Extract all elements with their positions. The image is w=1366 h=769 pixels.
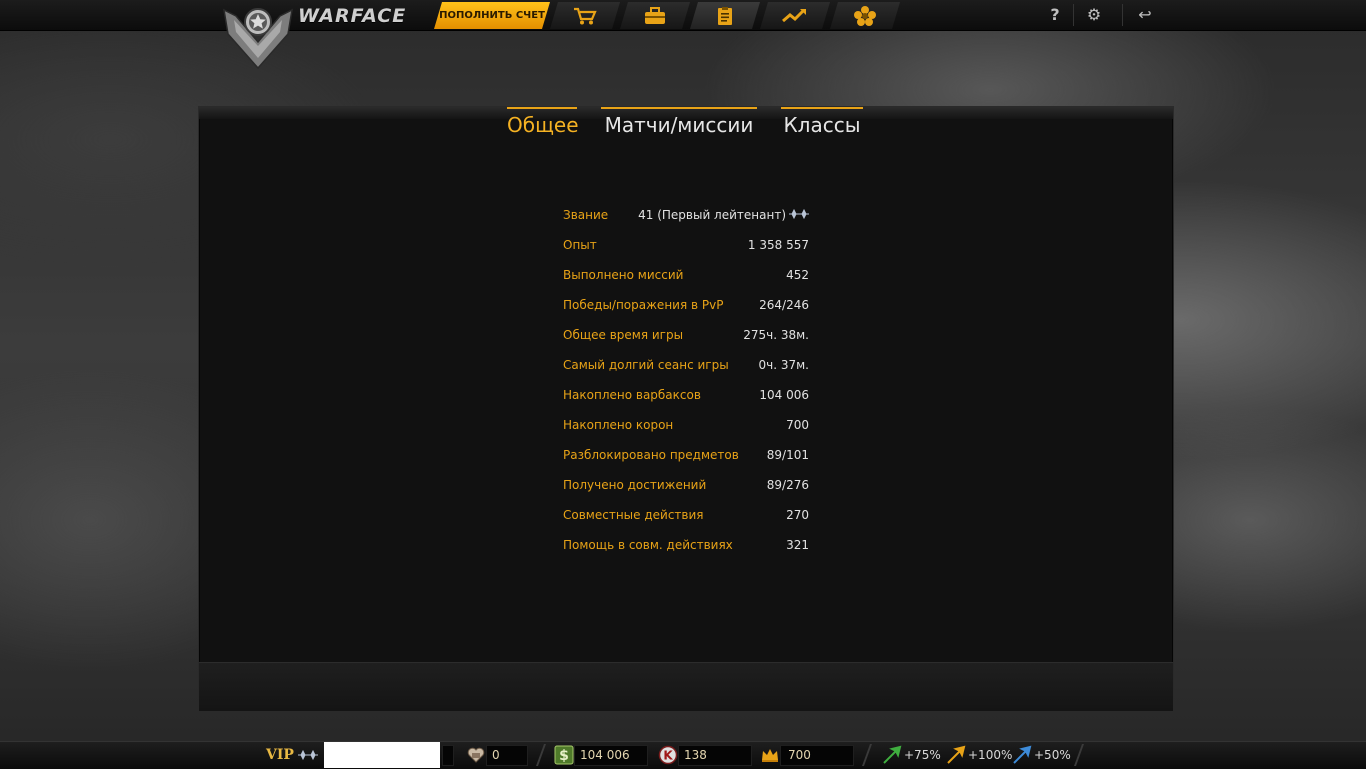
stat-label: Разблокировано предметов xyxy=(563,448,739,462)
bottom-separator xyxy=(861,744,873,766)
stat-label: Накоплено корон xyxy=(563,418,674,432)
stat-row: Совместные действия 270 xyxy=(563,508,809,538)
warbucks-dollar-icon: $ xyxy=(554,745,574,765)
stats-list: Звание 41 (Первый лейтенант) Опыт 1 358 … xyxy=(563,208,809,568)
xp-boost-arrow-icon xyxy=(883,745,902,764)
gift-value: 0 xyxy=(492,748,500,762)
stat-value: 1 358 557 xyxy=(747,238,809,252)
stat-row: Накоплено варбаксов 104 006 xyxy=(563,388,809,418)
stat-value: 89/101 xyxy=(766,448,809,462)
achievements-flower-icon xyxy=(853,5,877,27)
stat-label: Опыт xyxy=(563,238,597,252)
stat-value: 0ч. 37м. xyxy=(758,358,810,372)
kredits-k-icon: K xyxy=(658,745,678,765)
nav-ratings-button[interactable] xyxy=(760,2,830,29)
stat-row: Самый долгий сеанс игры 0ч. 37м. xyxy=(563,358,809,388)
rank-insignia-icon xyxy=(298,750,318,761)
help-icon[interactable]: ? xyxy=(1043,4,1067,26)
money-boost-arrow-icon xyxy=(947,745,966,764)
slot-divider xyxy=(442,745,454,766)
nav-profile-button[interactable] xyxy=(690,2,760,29)
fund-account-button[interactable]: ПОПОЛНИТЬ СЧЕТ xyxy=(434,2,550,29)
crown-icon xyxy=(762,749,778,762)
logo-text: WARFACE xyxy=(298,5,407,27)
tab-general[interactable]: Общее xyxy=(507,107,579,139)
top-bar: WARFACE ПОПОЛНИТЬ СЧЕТ ? ⚙ ↩ xyxy=(0,0,1366,31)
player-name-box xyxy=(324,742,440,768)
stat-row: Накоплено корон 700 xyxy=(563,418,809,448)
stat-label: Совместные действия xyxy=(563,508,704,522)
ratings-trend-icon xyxy=(781,6,809,26)
tab-classes[interactable]: Классы xyxy=(781,107,863,139)
xp-boost-value: +75% xyxy=(904,748,941,762)
stat-value: 264/246 xyxy=(759,298,809,312)
stat-value: 89/276 xyxy=(766,478,809,492)
svg-text:$: $ xyxy=(559,748,569,764)
vip-label[interactable]: VIP xyxy=(266,746,294,764)
money-boost-value: +100% xyxy=(968,748,1013,762)
stat-label: Победы/поражения в PvP xyxy=(563,298,724,312)
stat-row: Разблокировано предметов 89/101 xyxy=(563,448,809,478)
stat-row-rank: Звание 41 (Первый лейтенант) xyxy=(563,208,809,238)
stat-label: Получено достижений xyxy=(563,478,707,492)
vp-boost-value: +50% xyxy=(1034,748,1071,762)
top-separator xyxy=(1073,4,1074,26)
rank-insignia-icon xyxy=(789,209,809,220)
stat-value: 700 xyxy=(786,418,809,432)
exit-icon[interactable]: ↩ xyxy=(1133,4,1157,26)
stat-row: Выполнено миссий 452 xyxy=(563,268,809,298)
bottom-separator xyxy=(535,744,547,766)
gift-heart-icon xyxy=(467,747,485,763)
stat-row: Победы/поражения в PvP 264/246 xyxy=(563,298,809,328)
profile-clipboard-icon xyxy=(712,6,738,26)
stat-value: 321 xyxy=(786,538,809,552)
bottom-status-bar: VIP 0 $ 104 006 K 138 700 +75% +100% +50… xyxy=(0,741,1366,769)
nav-shop-button[interactable] xyxy=(550,2,620,29)
stat-label: Звание xyxy=(563,208,609,222)
inventory-briefcase-icon xyxy=(642,6,668,26)
stat-value: 275ч. 38м. xyxy=(743,328,809,342)
top-separator xyxy=(1122,4,1123,26)
stat-label: Самый долгий сеанс игры xyxy=(563,358,729,372)
rank-value: 41 (Первый лейтенант) xyxy=(638,208,786,222)
stat-value: 452 xyxy=(786,268,809,282)
nav-inventory-button[interactable] xyxy=(620,2,690,29)
vp-boost-arrow-icon xyxy=(1013,745,1032,764)
stat-value: 270 xyxy=(786,508,809,522)
stat-row: Получено достижений 89/276 xyxy=(563,478,809,508)
stat-row: Общее время игры 275ч. 38м. xyxy=(563,328,809,358)
stat-label: Накоплено варбаксов xyxy=(563,388,701,402)
stat-row: Помощь в совм. действиях 321 xyxy=(563,538,809,568)
stat-label: Помощь в совм. действиях xyxy=(563,538,733,552)
stat-row: Опыт 1 358 557 xyxy=(563,238,809,268)
shop-cart-icon xyxy=(572,6,598,26)
crowns-value: 700 xyxy=(788,748,811,762)
bottom-separator xyxy=(1073,744,1085,766)
svg-text:K: K xyxy=(663,749,673,763)
panel-footer xyxy=(199,662,1173,711)
nav-achievements-button[interactable] xyxy=(830,2,900,29)
stat-value: 41 (Первый лейтенант) xyxy=(638,208,809,222)
warface-emblem-logo[interactable] xyxy=(222,2,294,70)
warbucks-value: 104 006 xyxy=(580,748,630,762)
stat-value: 104 006 xyxy=(759,388,809,402)
stat-label: Общее время игры xyxy=(563,328,684,342)
tab-matches-missions[interactable]: Матчи/миссии xyxy=(601,107,757,139)
stat-label: Выполнено миссий xyxy=(563,268,684,282)
settings-gear-icon[interactable]: ⚙ xyxy=(1082,4,1106,26)
profile-stats-panel: Общее Матчи/миссии Классы Звание 41 (Пер… xyxy=(198,106,1174,712)
kredits-value: 138 xyxy=(684,748,707,762)
